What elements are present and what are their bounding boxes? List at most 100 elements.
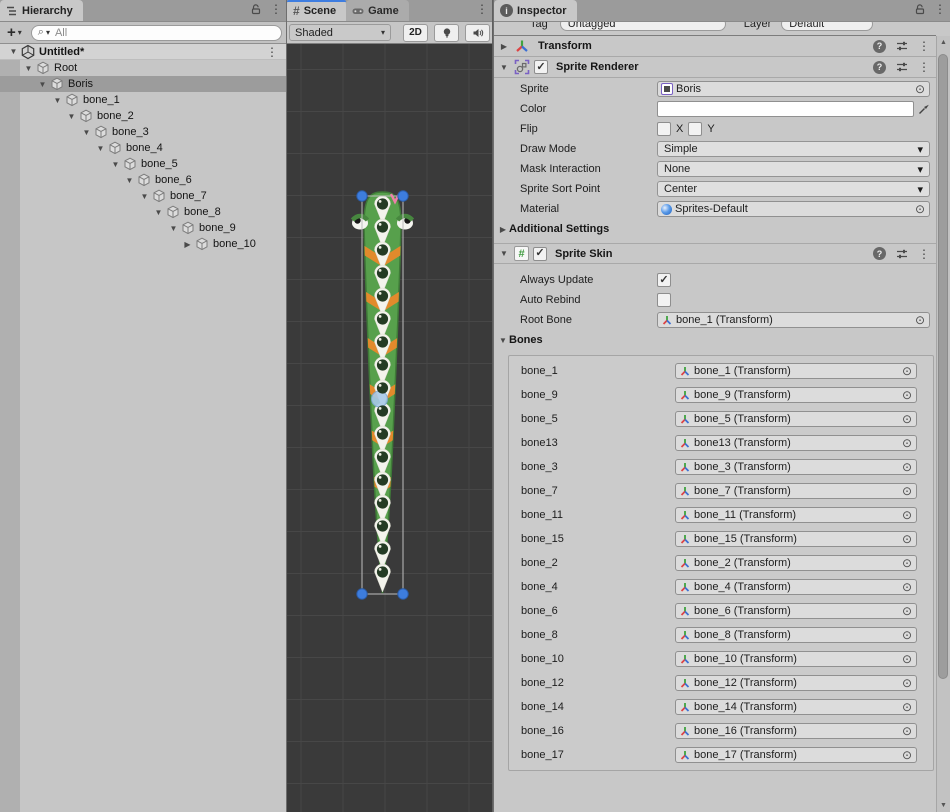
root-bone-object-field[interactable]: bone_1 (Transform) ⊙ <box>657 312 930 328</box>
sprite-skin-component-header[interactable]: ▼ # ✓ Sprite Skin ? ⋮ <box>494 243 936 264</box>
bone-object-field[interactable]: bone_16 (Transform) ⊙ <box>675 723 917 739</box>
object-picker-icon[interactable]: ⊙ <box>900 437 914 449</box>
object-picker-icon[interactable]: ⊙ <box>900 389 914 401</box>
object-picker-icon[interactable]: ⊙ <box>913 203 927 215</box>
flip-x-checkbox[interactable] <box>657 122 671 136</box>
tab-scene[interactable]: # Scene <box>287 0 346 21</box>
color-swatch[interactable] <box>657 101 914 117</box>
bone-object-field[interactable]: bone_7 (Transform) ⊙ <box>675 483 917 499</box>
hierarchy-row[interactable]: ▼ bone_3 <box>0 124 286 140</box>
boris-sprite-gizmo[interactable] <box>287 44 492 812</box>
expand-arrow-icon[interactable]: ▼ <box>80 128 93 137</box>
flip-y-checkbox[interactable] <box>688 122 702 136</box>
scrollbar-thumb[interactable] <box>938 54 948 679</box>
hierarchy-row[interactable]: ▼ bone_4 <box>0 140 286 156</box>
layer-dropdown[interactable]: Default <box>781 22 873 31</box>
bone-object-field[interactable]: bone_14 (Transform) ⊙ <box>675 699 917 715</box>
object-picker-icon[interactable]: ⊙ <box>900 461 914 473</box>
object-picker-icon[interactable]: ⊙ <box>900 581 914 593</box>
lock-icon[interactable] <box>250 3 262 15</box>
hierarchy-search-input[interactable]: ⌕ ▾ All <box>31 25 282 41</box>
tab-hierarchy[interactable]: Hierarchy <box>0 0 83 21</box>
2d-toggle-button[interactable]: 2D <box>403 24 428 42</box>
sprite-object-field[interactable]: Boris ⊙ <box>657 81 930 97</box>
object-picker-icon[interactable]: ⊙ <box>900 629 914 641</box>
bone-object-field[interactable]: bone_6 (Transform) ⊙ <box>675 603 917 619</box>
expand-arrow-icon[interactable]: ▼ <box>22 64 35 73</box>
sort-point-dropdown[interactable]: Center ▾ <box>657 181 930 197</box>
object-picker-icon[interactable]: ⊙ <box>900 557 914 569</box>
object-picker-icon[interactable]: ⊙ <box>900 413 914 425</box>
expand-arrow-icon[interactable]: ▼ <box>65 112 78 121</box>
presets-icon[interactable] <box>896 40 908 52</box>
bone-object-field[interactable]: bone_2 (Transform) ⊙ <box>675 555 917 571</box>
object-picker-icon[interactable]: ⊙ <box>900 701 914 713</box>
scene-menu-icon[interactable]: ⋮ <box>476 3 488 15</box>
expand-arrow-icon[interactable]: ▼ <box>123 176 136 185</box>
inspector-menu-icon[interactable]: ⋮ <box>934 3 946 15</box>
bone-object-field[interactable]: bone_3 (Transform) ⊙ <box>675 459 917 475</box>
object-picker-icon[interactable]: ⊙ <box>900 653 914 665</box>
object-picker-icon[interactable]: ⊙ <box>900 725 914 737</box>
object-picker-icon[interactable]: ⊙ <box>913 314 927 326</box>
presets-icon[interactable] <box>896 61 908 73</box>
bone-object-field[interactable]: bone_10 (Transform) ⊙ <box>675 651 917 667</box>
hierarchy-row[interactable]: ▼ Root <box>0 60 286 76</box>
foldout-arrow-icon[interactable]: ▶ <box>498 42 510 51</box>
tag-dropdown[interactable]: Untagged <box>560 22 726 31</box>
object-picker-icon[interactable]: ⊙ <box>900 605 914 617</box>
foldout-arrow-icon[interactable]: ▼ <box>498 249 510 258</box>
sprite-renderer-component-header[interactable]: ▼ ✓ Sprite Renderer ? ⋮ <box>494 57 936 78</box>
expand-arrow-icon[interactable]: ▼ <box>109 160 122 169</box>
scroll-up-icon[interactable]: ▲ <box>937 39 950 46</box>
lock-icon[interactable] <box>914 3 926 15</box>
audio-toggle-button[interactable] <box>465 24 490 42</box>
component-menu-icon[interactable]: ⋮ <box>918 248 930 260</box>
object-picker-icon[interactable]: ⊙ <box>900 485 914 497</box>
expand-arrow-icon[interactable]: ▼ <box>138 192 151 201</box>
bone-object-field[interactable]: bone_17 (Transform) ⊙ <box>675 747 917 763</box>
lighting-toggle-button[interactable] <box>434 24 459 42</box>
hierarchy-row[interactable]: ▼ bone_2 <box>0 108 286 124</box>
bone-object-field[interactable]: bone_1 (Transform) ⊙ <box>675 363 917 379</box>
transform-component-header[interactable]: ▶ Transform ? ⋮ <box>494 36 936 57</box>
additional-settings-foldout[interactable]: ▶ Additional Settings <box>494 219 936 239</box>
bone-object-field[interactable]: bone_12 (Transform) ⊙ <box>675 675 917 691</box>
always-update-checkbox[interactable]: ✓ <box>657 273 671 287</box>
scene-menu-icon[interactable]: ⋮ <box>266 46 278 58</box>
object-picker-icon[interactable]: ⊙ <box>900 509 914 521</box>
bone-object-field[interactable]: bone_5 (Transform) ⊙ <box>675 411 917 427</box>
shading-mode-dropdown[interactable]: Shaded ▾ <box>289 24 391 41</box>
help-icon[interactable]: ? <box>873 40 886 53</box>
inspector-scrollbar[interactable]: ▲ ▼ <box>936 36 950 812</box>
expand-arrow-icon[interactable]: ▼ <box>36 80 49 89</box>
hierarchy-row[interactable]: ▼ bone_6 <box>0 172 286 188</box>
hierarchy-row[interactable]: ▼ Boris <box>0 76 286 92</box>
bone-object-field[interactable]: bone_4 (Transform) ⊙ <box>675 579 917 595</box>
foldout-arrow-icon[interactable]: ▼ <box>498 63 510 72</box>
object-picker-icon[interactable]: ⊙ <box>900 533 914 545</box>
hierarchy-row[interactable]: ▶ bone_10 <box>0 236 286 252</box>
object-picker-icon[interactable]: ⊙ <box>900 749 914 761</box>
material-object-field[interactable]: Sprites-Default ⊙ <box>657 201 930 217</box>
hierarchy-row[interactable]: ▼ bone_1 <box>0 92 286 108</box>
mask-interaction-dropdown[interactable]: None ▾ <box>657 161 930 177</box>
hierarchy-row[interactable]: ▼ bone_7 <box>0 188 286 204</box>
presets-icon[interactable] <box>896 248 908 260</box>
eyedropper-icon[interactable] <box>918 103 930 115</box>
expand-arrow-icon[interactable]: ▶ <box>181 240 194 249</box>
tab-inspector[interactable]: i Inspector <box>494 0 577 21</box>
expand-arrow-icon[interactable]: ▼ <box>167 224 180 233</box>
hierarchy-row[interactable]: ▼ bone_5 <box>0 156 286 172</box>
sprite-skin-enabled-checkbox[interactable]: ✓ <box>533 247 547 261</box>
expand-arrow-icon[interactable]: ▼ <box>51 96 64 105</box>
object-picker-icon[interactable]: ⊙ <box>900 365 914 377</box>
scene-viewport[interactable] <box>287 44 492 812</box>
component-menu-icon[interactable]: ⋮ <box>918 40 930 52</box>
object-picker-icon[interactable]: ⊙ <box>900 677 914 689</box>
scroll-down-icon[interactable]: ▼ <box>937 802 950 809</box>
auto-rebind-checkbox[interactable] <box>657 293 671 307</box>
bone-object-field[interactable]: bone_15 (Transform) ⊙ <box>675 531 917 547</box>
expand-arrow-icon[interactable]: ▼ <box>7 47 20 56</box>
bone-object-field[interactable]: bone13 (Transform) ⊙ <box>675 435 917 451</box>
